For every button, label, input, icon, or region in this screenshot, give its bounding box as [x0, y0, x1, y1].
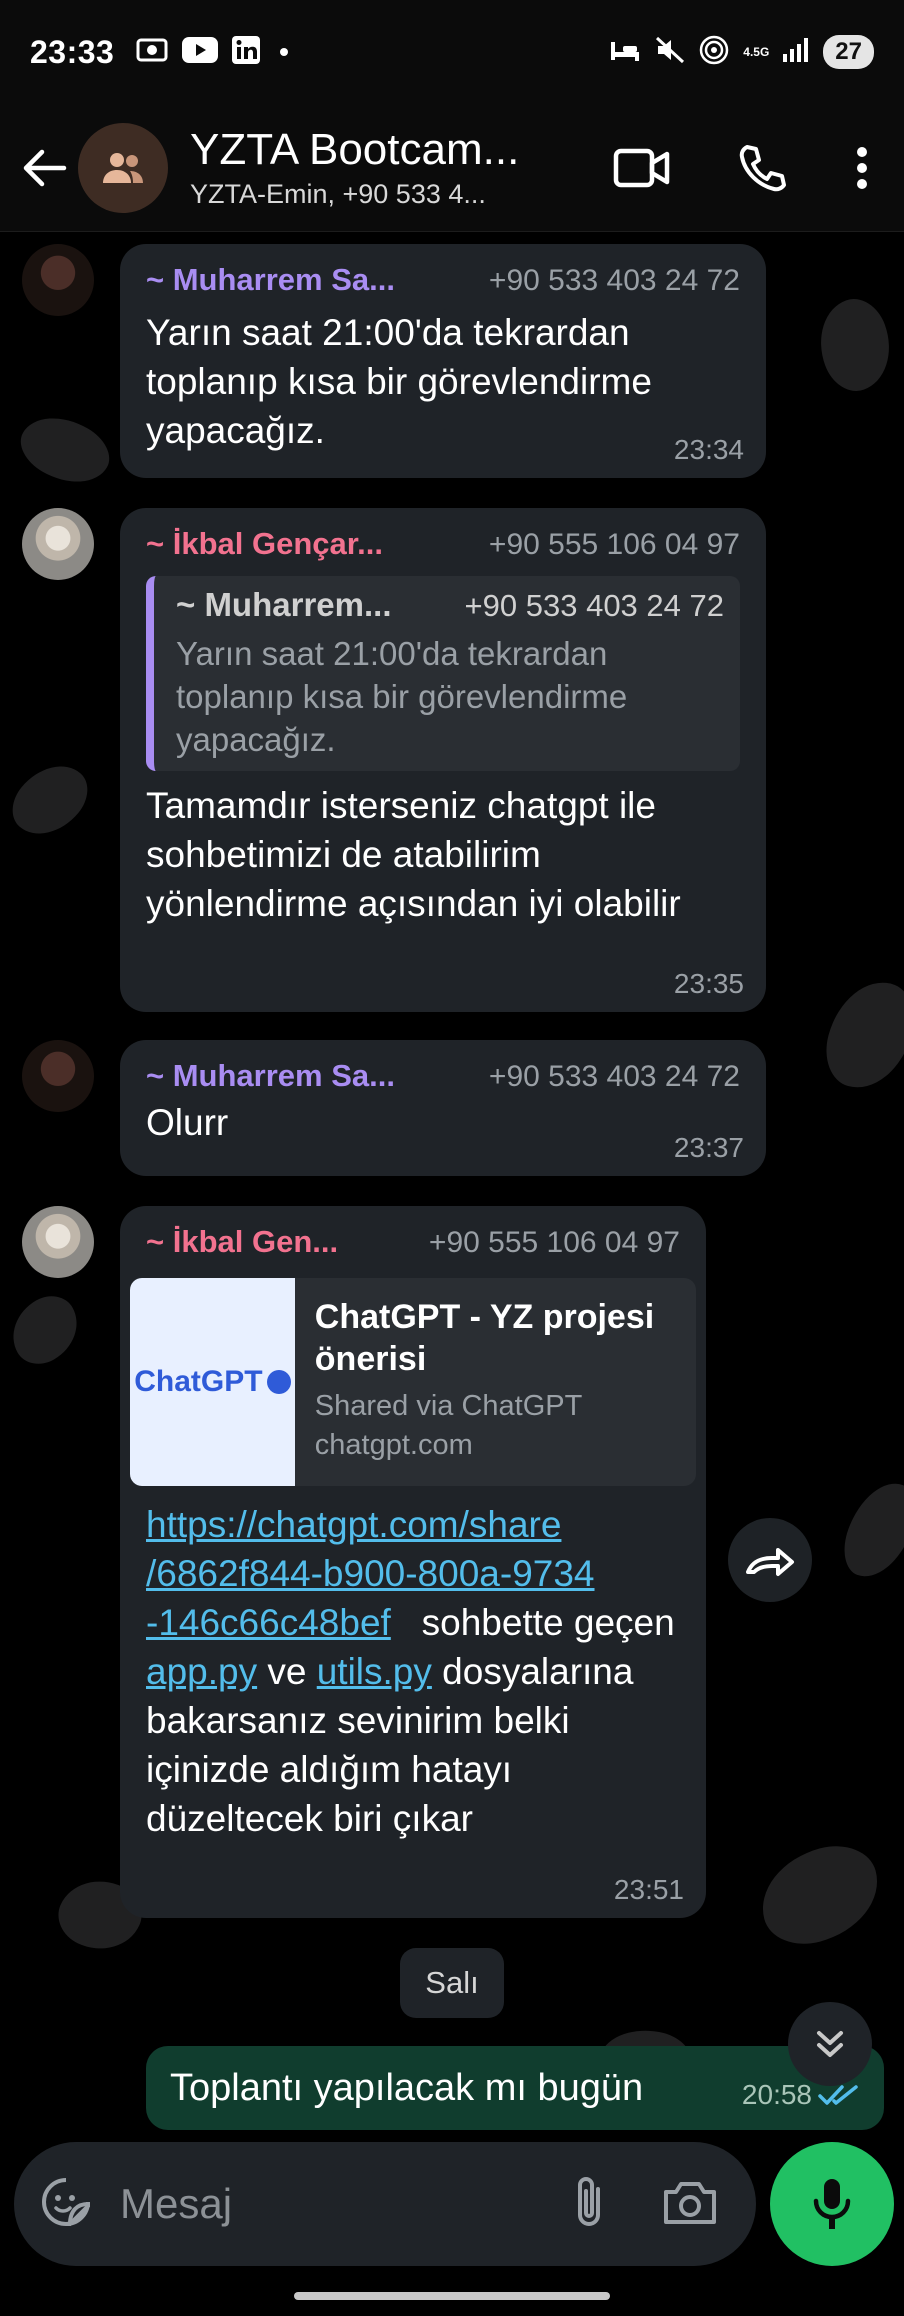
attach-icon — [578, 2176, 600, 2226]
more-icon — [857, 146, 867, 189]
chevron-double-down-icon — [817, 2031, 843, 2057]
avatar[interactable] — [22, 244, 94, 316]
link-preview[interactable]: ChatGPT ChatGPT - YZ projesi önerisi Sha… — [130, 1278, 696, 1486]
signal-icon — [783, 37, 809, 67]
voice-message-button[interactable] — [770, 2142, 894, 2266]
message-bubble[interactable]: ~ İkbal Gen... +90 555 106 04 97 ChatGPT… — [120, 1206, 706, 1918]
more-options-button[interactable] — [842, 128, 882, 208]
quoted-sender: ~ Muharrem... — [176, 586, 392, 623]
phone-icon — [739, 144, 786, 191]
battery-level: 27 — [823, 35, 874, 69]
group-icon — [103, 152, 143, 183]
sender-name[interactable]: ~ Muharrem Sa... — [146, 262, 395, 298]
file-link-utils[interactable]: utils.py — [317, 1651, 432, 1692]
quoted-phone: +90 533 403 24 72 — [464, 588, 724, 623]
sender-phone: +90 533 403 24 72 — [488, 1060, 740, 1093]
video-call-icon — [613, 148, 670, 187]
message-text-part: ve — [267, 1651, 307, 1692]
message-text: https://chatgpt.com/share /6862f844-b900… — [130, 1500, 696, 1843]
message-bubble[interactable]: ~ Muharrem Sa... +90 533 403 24 72 Yarın… — [120, 244, 766, 478]
sender-name[interactable]: ~ İkbal Gençar... — [146, 526, 383, 562]
preview-subtitle: Shared via ChatGPT — [314, 1390, 583, 1422]
status-bar: 23:33 4.5G 27 — [0, 0, 904, 104]
sender-phone: +90 555 106 04 97 — [428, 1226, 680, 1259]
sender-name[interactable]: ~ Muharrem Sa... — [146, 1058, 395, 1094]
message-text-part: sohbette geçen — [421, 1602, 675, 1643]
message-bubble[interactable]: ~ İkbal Gençar... +90 555 106 04 97 ~ Mu… — [120, 508, 766, 1012]
sender-phone: +90 533 403 24 72 — [488, 264, 740, 297]
gesture-nav-bar[interactable] — [294, 2292, 610, 2300]
chat-title-area[interactable]: YZTA Bootcam... YZTA-Emin, +90 533 4... — [190, 125, 550, 210]
chat-header: YZTA Bootcam... YZTA-Emin, +90 533 4... — [0, 104, 904, 232]
sender-name[interactable]: ~ İkbal Gen... — [146, 1224, 338, 1260]
sticker-icon — [42, 2177, 90, 2226]
message-time: 23:35 — [673, 968, 744, 999]
avatar[interactable] — [22, 1040, 94, 1112]
back-arrow-icon — [23, 149, 67, 186]
sender-phone: +90 555 106 04 97 — [488, 528, 740, 561]
avatar[interactable] — [22, 1206, 94, 1278]
message-time: 23:37 — [673, 1132, 744, 1163]
attach-button[interactable] — [572, 2175, 606, 2234]
sticker-button[interactable] — [40, 2176, 92, 2233]
group-name: YZTA Bootcam... — [190, 125, 520, 174]
file-link-app[interactable]: app.py — [146, 1651, 257, 1692]
forward-button[interactable] — [728, 1518, 812, 1602]
linkedin-icon — [232, 35, 261, 69]
scroll-to-bottom-button[interactable] — [788, 2002, 872, 2086]
message-text: Toplantı yapılacak mı bugün — [170, 2066, 644, 2109]
mute-icon — [655, 36, 685, 69]
message-time: 23:51 — [613, 1874, 684, 1905]
message-composer: Mesaj — [14, 2142, 756, 2266]
quoted-text: Yarın saat 21:00'da tekrardan toplanıp k… — [176, 635, 628, 758]
mic-icon — [813, 2179, 851, 2229]
outgoing-message[interactable]: Toplantı yapılacak mı bugün 20:58 — [146, 2046, 884, 2130]
share-link[interactable]: https://chatgpt.com/share — [146, 1504, 561, 1545]
camera-icon — [664, 2181, 716, 2224]
group-avatar[interactable] — [78, 122, 168, 213]
network-type: 4.5G — [743, 45, 770, 59]
status-time: 23:33 — [30, 33, 115, 70]
video-call-button[interactable] — [602, 128, 682, 208]
group-participants: YZTA-Emin, +90 533 4... — [190, 179, 486, 209]
message-input[interactable]: Mesaj — [120, 2180, 232, 2228]
date-separator: Salı — [400, 1948, 504, 2018]
hotspot-icon — [699, 35, 729, 70]
preview-thumbnail: ChatGPT — [130, 1278, 295, 1486]
message-time: 23:34 — [673, 434, 744, 465]
double-check-icon — [818, 2085, 858, 2105]
message-bubble[interactable]: ~ Muharrem Sa... +90 533 403 24 72 Olurr… — [120, 1040, 766, 1176]
forward-icon — [746, 1548, 794, 1576]
voice-call-button[interactable] — [722, 128, 802, 208]
share-link[interactable]: /6862f844-b900-800a-9734 — [146, 1553, 595, 1594]
preview-title: ChatGPT - YZ projesi önerisi — [314, 1298, 655, 1378]
chatgpt-dot-icon — [266, 1370, 291, 1394]
notification-dot-icon — [280, 48, 289, 56]
camera-button[interactable] — [662, 2178, 718, 2231]
quoted-message[interactable]: ~ Muharrem... +90 533 403 24 72 Yarın sa… — [146, 576, 740, 771]
avatar[interactable] — [22, 508, 94, 580]
back-button[interactable] — [4, 128, 84, 208]
preview-domain: chatgpt.com — [314, 1429, 473, 1461]
message-text: Tamamdır isterseniz chatgpt ile sohbetim… — [146, 785, 681, 924]
message-time: 20:58 — [741, 2079, 812, 2110]
youtube-icon — [182, 36, 219, 68]
message-text: Olurr — [146, 1102, 229, 1143]
message-text: Yarın saat 21:00'da tekrardan toplanıp k… — [146, 312, 652, 451]
bed-icon — [609, 38, 641, 67]
chatgpt-logo: ChatGPT — [134, 1365, 263, 1398]
share-link[interactable]: -146c66c48bef — [146, 1602, 391, 1643]
screenshot-icon — [136, 36, 168, 69]
